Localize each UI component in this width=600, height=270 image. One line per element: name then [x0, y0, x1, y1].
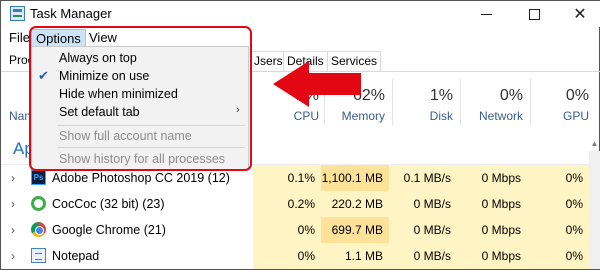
minimize-icon	[480, 13, 492, 15]
process-row[interactable]: › Google Chrome (21) 0% 699.7 MB 0 MB/s …	[1, 217, 600, 243]
close-button[interactable]: ✕	[557, 1, 600, 27]
column-disk-header[interactable]: Disk	[403, 109, 453, 123]
process-gpu: 0%	[527, 217, 589, 243]
process-network: 0 Mbps	[457, 165, 527, 191]
vertical-scrollbar[interactable]	[589, 151, 600, 269]
chevron-right-icon[interactable]: ›	[11, 249, 15, 263]
process-gpu: 0%	[527, 191, 589, 217]
column-divider	[392, 79, 393, 125]
process-disk: 0 MB/s	[389, 191, 457, 217]
title-bar: Task Manager ✕	[1, 1, 600, 27]
column-cpu-header[interactable]: CPU	[273, 109, 319, 123]
maximize-button[interactable]	[511, 1, 557, 27]
task-manager-window: Task Manager ✕ File Options View Proc Js…	[0, 0, 600, 270]
process-memory: 220.2 MB	[321, 191, 389, 217]
chevron-right-icon[interactable]: ›	[11, 171, 15, 185]
column-network-header[interactable]: Network	[463, 109, 523, 123]
window-title: Task Manager	[30, 6, 112, 21]
chrome-icon	[31, 222, 46, 237]
photoshop-icon: Ps	[31, 170, 46, 185]
process-cpu: 0.1%	[253, 165, 321, 191]
column-memory-header[interactable]: Memory	[331, 109, 385, 123]
maximize-icon	[528, 8, 540, 20]
disk-total-percent: 1%	[429, 87, 453, 104]
process-gpu: 0%	[527, 243, 589, 269]
task-manager-icon	[10, 6, 25, 21]
red-arrow-icon	[273, 61, 361, 107]
process-disk: 0 MB/s	[389, 243, 457, 269]
process-disk: 0 MB/s	[389, 217, 457, 243]
process-memory: 1,100.1 MB	[321, 165, 389, 191]
close-icon: ✕	[573, 6, 587, 23]
column-gpu-header[interactable]: GPU	[541, 109, 589, 123]
process-memory: 1.1 MB	[321, 243, 389, 269]
process-name: CocCoc (32 bit) (23)	[52, 197, 165, 211]
scroll-up-arrow-icon[interactable]: ▲	[589, 139, 600, 151]
network-total-percent: 0%	[499, 87, 523, 104]
process-network: 0 Mbps	[457, 243, 527, 269]
process-name: Adobe Photoshop CC 2019 (12)	[52, 171, 230, 185]
process-cpu: 0%	[253, 217, 321, 243]
process-disk: 0.1 MB/s	[389, 165, 457, 191]
process-cpu: 0%	[253, 243, 321, 269]
process-name: Google Chrome (21)	[52, 223, 166, 237]
gpu-total-percent: 0%	[565, 87, 589, 104]
minimize-button[interactable]	[463, 1, 509, 27]
process-memory: 699.7 MB	[321, 217, 389, 243]
process-network: 0 Mbps	[457, 217, 527, 243]
process-row[interactable]: › Notepad 0% 1.1 MB 0 MB/s 0 Mbps 0%	[1, 243, 600, 269]
process-cpu: 0.2%	[253, 191, 321, 217]
coccoc-icon	[31, 196, 46, 211]
process-network: 0 Mbps	[457, 191, 527, 217]
process-row[interactable]: › CocCoc (32 bit) (23) 0.2% 220.2 MB 0 M…	[1, 191, 600, 217]
chevron-right-icon[interactable]: ›	[11, 197, 15, 211]
highlight-box	[29, 26, 252, 171]
column-divider	[460, 79, 461, 125]
process-gpu: 0%	[527, 165, 589, 191]
column-divider	[530, 79, 531, 125]
notepad-icon	[31, 248, 46, 263]
process-name: Notepad	[52, 249, 100, 263]
chevron-right-icon[interactable]: ›	[11, 223, 15, 237]
